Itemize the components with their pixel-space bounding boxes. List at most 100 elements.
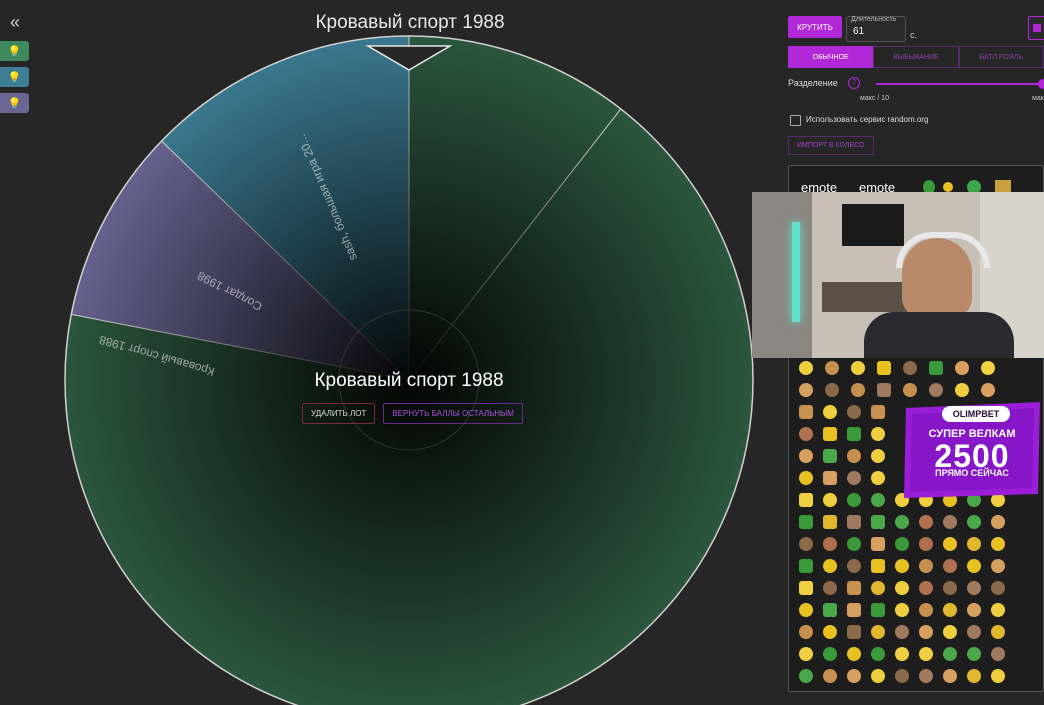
emote-icon	[895, 625, 909, 639]
emote-icon	[823, 647, 837, 661]
emote-icon	[967, 603, 981, 617]
emote-icon	[799, 383, 813, 397]
emote-icon	[799, 471, 813, 485]
emote-icon	[847, 669, 861, 683]
import-wheel-button[interactable]: ИМПОРТ В КОЛЕСО	[788, 136, 874, 155]
emote-icon	[823, 515, 837, 529]
promo-brand: OLIMPBET	[942, 406, 1010, 422]
split-value: макс / 10	[860, 95, 889, 102]
emote-icon	[919, 625, 933, 639]
emote-icon	[955, 383, 969, 397]
emote-icon	[823, 537, 837, 551]
emote-icon	[877, 383, 891, 397]
emote-icon	[823, 559, 837, 573]
emote-icon	[871, 537, 885, 551]
emote-icon	[871, 449, 885, 463]
emote-icon	[991, 537, 1005, 551]
emote-icon	[929, 383, 943, 397]
emote-icon	[871, 493, 885, 507]
emote-icon	[943, 559, 957, 573]
emote-icon	[799, 537, 813, 551]
emote-icon	[823, 427, 837, 441]
emote-icon	[799, 625, 813, 639]
emote-icon	[943, 515, 957, 529]
emote-icon	[823, 669, 837, 683]
emote-icon	[991, 515, 1005, 529]
emote-icon	[943, 537, 957, 551]
emote-icon	[799, 405, 813, 419]
emote-icon	[847, 515, 861, 529]
emote-icon	[799, 603, 813, 617]
emote-icon	[943, 647, 957, 661]
emote-icon	[919, 603, 933, 617]
emote-icon	[981, 361, 995, 375]
headphones-icon	[896, 232, 990, 268]
webcam-tv	[842, 204, 904, 246]
emote-icon	[871, 515, 885, 529]
emote-icon	[871, 581, 885, 595]
emote-icon	[851, 361, 865, 375]
emote-icon	[943, 625, 957, 639]
split-label: Разделение	[788, 78, 838, 88]
emote-icon	[991, 647, 1005, 661]
emote-icon	[823, 449, 837, 463]
return-points-button[interactable]: ВЕРНУТЬ БАЛЛЫ ОСТАЛЬНЫМ	[383, 403, 523, 424]
emote-icon	[895, 581, 909, 595]
emote-icon	[823, 493, 837, 507]
emote-icon	[847, 427, 861, 441]
emote-icon	[799, 493, 813, 507]
emote-icon	[871, 669, 885, 683]
split-slider[interactable]	[876, 83, 1044, 85]
emote-icon	[967, 669, 981, 683]
emote-icon	[991, 669, 1005, 683]
emote-icon	[847, 603, 861, 617]
emote-icon	[847, 625, 861, 639]
emote-icon	[847, 559, 861, 573]
emote-icon	[799, 559, 813, 573]
split-slider-handle[interactable]	[1038, 79, 1044, 89]
mode-tab-battle-royale[interactable]: БАТЛ РОЯЛЬ	[958, 46, 1044, 68]
duration-field[interactable]: Длительность 61	[846, 16, 906, 42]
emote-icon	[799, 361, 813, 375]
emote-icon	[823, 471, 837, 485]
emote-icon	[967, 625, 981, 639]
emote-icon	[851, 383, 865, 397]
emote-icon	[967, 559, 981, 573]
mode-tab-elimination[interactable]: ВЫБЫВАНИЕ	[873, 46, 959, 68]
emote-icon	[871, 559, 885, 573]
emote-icon	[895, 559, 909, 573]
help-icon[interactable]: ?	[848, 77, 860, 89]
promo-banner[interactable]: OLIMPBET СУПЕР ВЕЛКАМ 2500 ПРЯМО СЕЙЧАС	[900, 398, 1044, 500]
emote-icon	[929, 361, 943, 375]
random-org-checkbox[interactable]	[790, 115, 801, 126]
delete-lot-button[interactable]: УДАЛИТЬ ЛОТ	[302, 403, 376, 424]
emote-icon	[943, 669, 957, 683]
emote-icon	[919, 581, 933, 595]
promo-line2: ПРЯМО СЕЙЧАС	[935, 468, 1009, 478]
emote-icon	[799, 669, 813, 683]
emote-icon	[943, 182, 953, 192]
emote-icon	[955, 361, 969, 375]
emote-icon	[847, 449, 861, 463]
emote-icon	[871, 427, 885, 441]
emote-icon	[823, 625, 837, 639]
emote-icon	[871, 625, 885, 639]
emote-icon	[991, 625, 1005, 639]
emote-icon	[825, 383, 839, 397]
emote-icon	[995, 180, 1011, 192]
emote-icon	[823, 581, 837, 595]
wheel-chart[interactable]: Кровавый спорт 1988Солдат 1998sash, боль…	[0, 0, 760, 705]
emote-icon	[895, 515, 909, 529]
emote-icon	[877, 361, 891, 375]
emote-icon	[847, 471, 861, 485]
emote-icon	[991, 603, 1005, 617]
spin-button[interactable]: КРУТИТЬ	[788, 16, 842, 38]
split-max-label: мак	[1032, 95, 1044, 102]
mode-tabs: ОБЫЧНОЕ ВЫБЫВАНИЕ БАТЛ РОЯЛЬ	[788, 46, 1044, 68]
mode-tab-normal[interactable]: ОБЫЧНОЕ	[788, 46, 874, 68]
stop-icon[interactable]	[1028, 16, 1044, 40]
emote-icon	[871, 603, 885, 617]
emote-icon	[847, 647, 861, 661]
emote-icon	[895, 603, 909, 617]
webcam-wall	[752, 192, 812, 358]
